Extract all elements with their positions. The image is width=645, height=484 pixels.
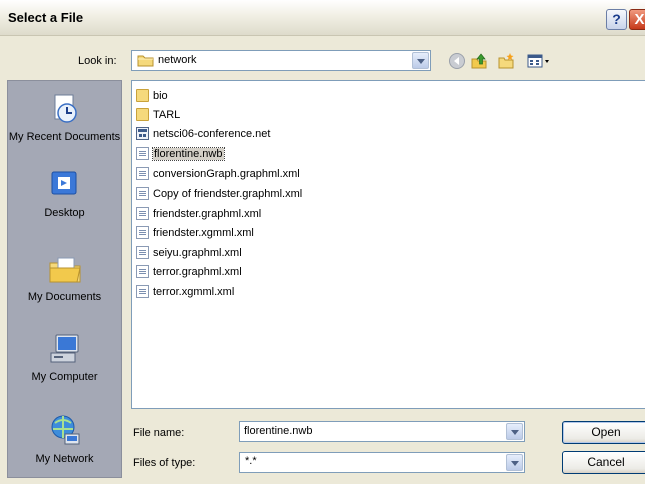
place-label: My Computer (31, 371, 98, 383)
folder-icon (137, 54, 154, 70)
back-icon[interactable] (448, 52, 466, 70)
place-my-network[interactable]: My Network (8, 413, 121, 466)
my-computer-icon (47, 331, 83, 367)
file-name: friendster.graphml.xml (153, 207, 262, 220)
list-item[interactable]: terror.xgmml.xml (136, 283, 234, 300)
list-item[interactable]: netsci06-conference.net (136, 125, 270, 142)
list-item[interactable]: terror.graphml.xml (136, 263, 242, 280)
place-my-documents[interactable]: My Documents (8, 251, 121, 304)
network-file-icon (136, 127, 149, 140)
place-my-computer[interactable]: My Computer (8, 331, 121, 384)
my-documents-icon (47, 251, 83, 287)
file-type-dropdown[interactable]: *.* (239, 452, 525, 473)
list-item[interactable]: conversionGraph.graphml.xml (136, 165, 300, 182)
file-type-value: *.* (245, 455, 257, 467)
file-name-input[interactable]: florentine.nwb (239, 421, 525, 442)
lookin-value: network (158, 54, 197, 66)
file-type-label: Files of type: (133, 457, 196, 469)
file-name: terror.graphml.xml (153, 265, 242, 278)
file-name: friendster.xgmml.xml (153, 226, 254, 239)
place-label: My Recent Documents (8, 131, 121, 143)
close-button[interactable]: X (629, 9, 645, 30)
file-icon (136, 147, 149, 160)
places-bar: My Recent Documents Desktop My Documents (7, 80, 122, 478)
list-item[interactable]: friendster.graphml.xml (136, 205, 261, 222)
my-network-icon (47, 413, 83, 449)
cancel-button[interactable]: Cancel (562, 451, 645, 474)
new-folder-icon[interactable] (497, 52, 515, 70)
lookin-dropdown[interactable]: network (131, 50, 431, 71)
place-label: Desktop (44, 207, 85, 219)
views-menu-icon[interactable] (526, 52, 554, 70)
list-item[interactable]: friendster.xgmml.xml (136, 224, 254, 241)
file-name: TARL (153, 108, 181, 121)
file-name: terror.xgmml.xml (153, 285, 235, 298)
file-name: Copy of friendster.graphml.xml (153, 187, 303, 200)
title-bar: Select a File ? X (0, 0, 645, 36)
file-icon (136, 246, 149, 259)
file-icon (136, 167, 149, 180)
place-label: My Network (35, 453, 94, 465)
file-name-label: File name: (133, 427, 185, 439)
place-my-recent-documents[interactable]: My Recent Documents (8, 91, 121, 144)
help-button[interactable]: ? (606, 9, 627, 30)
open-button[interactable]: Open (562, 421, 645, 444)
desktop-icon (47, 167, 83, 203)
recent-documents-icon (47, 91, 83, 127)
file-name: netsci06-conference.net (153, 127, 271, 140)
folder-icon (136, 89, 149, 102)
list-item[interactable]: seiyu.graphml.xml (136, 244, 242, 261)
folder-icon (136, 108, 149, 121)
dialog-title: Select a File (8, 10, 84, 25)
file-icon (136, 285, 149, 298)
file-name-dropdown-arrow[interactable] (506, 423, 523, 440)
file-icon (136, 187, 149, 200)
list-item-selected[interactable]: florentine.nwb (136, 145, 225, 162)
file-name: conversionGraph.graphml.xml (153, 167, 300, 180)
place-desktop[interactable]: Desktop (8, 167, 121, 220)
file-name: florentine.nwb (152, 146, 225, 161)
up-folder-icon[interactable] (470, 52, 488, 70)
file-name: bio (153, 89, 168, 102)
file-name-value: florentine.nwb (244, 425, 313, 437)
file-list[interactable]: bio TARL netsci06-conference.net florent… (131, 80, 645, 409)
file-icon (136, 226, 149, 239)
lookin-label: Look in: (78, 55, 117, 67)
file-type-dropdown-arrow[interactable] (506, 454, 523, 471)
list-item[interactable]: TARL (136, 106, 180, 123)
lookin-dropdown-arrow[interactable] (412, 52, 429, 69)
file-icon (136, 207, 149, 220)
place-label: My Documents (27, 291, 102, 303)
list-item[interactable]: Copy of friendster.graphml.xml (136, 185, 302, 202)
file-icon (136, 265, 149, 278)
list-item[interactable]: bio (136, 87, 168, 104)
file-name: seiyu.graphml.xml (153, 246, 242, 259)
